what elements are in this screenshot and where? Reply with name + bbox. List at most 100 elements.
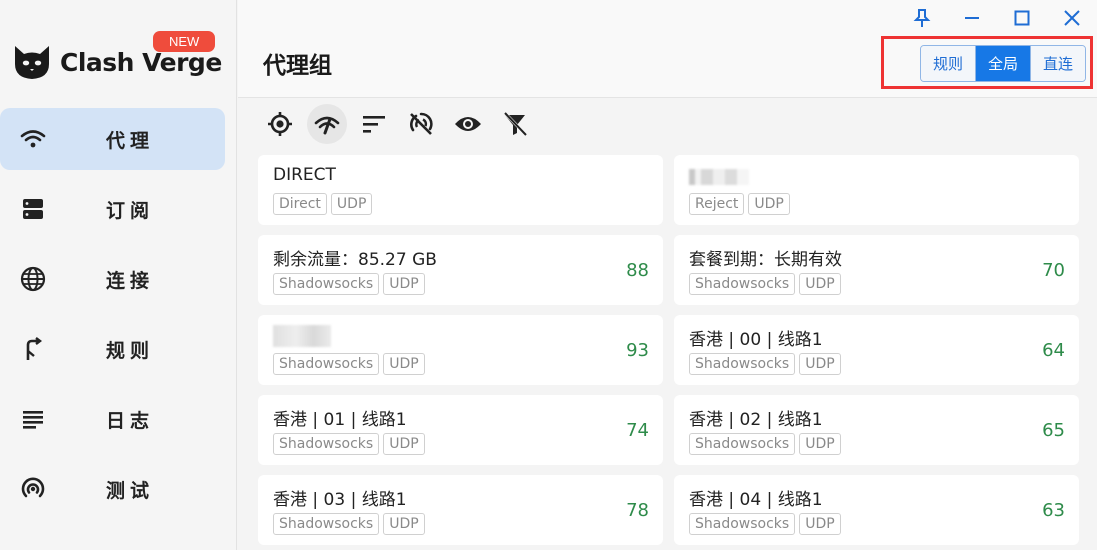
mode-direct-button[interactable]: 直连	[1031, 46, 1086, 81]
proxy-card[interactable]: 香港 | 02 | 线路1 Shadowsocks UDP 65	[674, 395, 1079, 465]
proxy-delay[interactable]: 93	[626, 340, 649, 361]
proxy-type-tag: Shadowsocks	[273, 433, 380, 455]
mode-global-button[interactable]: 全局	[976, 46, 1032, 81]
url-test-off-icon[interactable]	[401, 104, 441, 144]
proxy-type-tag: Shadowsocks	[273, 273, 380, 295]
proxy-tags: Reject UDP	[689, 193, 794, 215]
proxy-name: 香港 | 04 | 线路1	[689, 490, 823, 510]
signal-icon	[20, 476, 46, 502]
proxy-delay[interactable]: 70	[1042, 260, 1065, 281]
proxy-name: 剩余流量：85.27 GB	[273, 250, 437, 270]
proxy-tags: Shadowsocks UDP	[689, 353, 845, 375]
maximize-icon[interactable]	[997, 5, 1047, 31]
globe-icon	[20, 266, 46, 292]
window-controls	[897, 5, 1097, 31]
minimize-icon[interactable]	[947, 5, 997, 31]
sidebar-item-subscriptions[interactable]: 订阅	[0, 178, 225, 240]
sidebar-nav: 代理 订阅 连接 规则 日志 测试	[0, 108, 237, 528]
locate-icon[interactable]	[260, 104, 300, 144]
proxy-type-tag: Shadowsocks	[689, 273, 796, 295]
proxy-delay[interactable]: 74	[626, 420, 649, 441]
sidebar-item-label: 代理	[106, 129, 155, 152]
udp-tag: UDP	[799, 433, 841, 455]
proxy-delay[interactable]: 78	[626, 500, 649, 521]
proxy-delay[interactable]: 63	[1042, 500, 1065, 521]
speed-test-icon[interactable]	[307, 104, 347, 144]
proxy-type-tag: Reject	[689, 193, 745, 215]
udp-tag: UDP	[748, 193, 790, 215]
proxy-tags: Shadowsocks UDP	[689, 433, 845, 455]
blurred-proxy-name	[689, 169, 749, 185]
page-title: 代理组	[263, 53, 332, 79]
proxy-card[interactable]: 香港 | 00 | 线路1 Shadowsocks UDP 64	[674, 315, 1079, 385]
udp-tag: UDP	[383, 353, 425, 375]
proxy-card[interactable]: 香港 | 04 | 线路1 Shadowsocks UDP 63	[674, 475, 1079, 545]
proxy-tags: Shadowsocks UDP	[273, 513, 429, 535]
page-header: 代理组 规则 全局 直连	[238, 0, 1097, 98]
proxy-card[interactable]: Reject UDP	[674, 155, 1079, 225]
proxy-card[interactable]: 套餐到期：长期有效 Shadowsocks UDP 70	[674, 235, 1079, 305]
sidebar-item-label: 连接	[106, 269, 155, 292]
proxy-tags: Shadowsocks UDP	[273, 353, 429, 375]
sidebar-item-proxy[interactable]: 代理	[0, 108, 225, 170]
proxy-name: DIRECT	[273, 165, 336, 185]
udp-tag: UDP	[330, 193, 373, 215]
proxy-type-tag: Shadowsocks	[689, 513, 796, 535]
proxy-toolbar	[260, 104, 542, 144]
blurred-proxy-name	[273, 325, 331, 347]
pin-icon[interactable]	[897, 5, 947, 31]
udp-tag: UDP	[383, 513, 425, 535]
proxy-name: 香港 | 00 | 线路1	[689, 330, 823, 350]
proxy-tags: Shadowsocks UDP	[689, 273, 845, 295]
proxy-card[interactable]: Shadowsocks UDP 93	[258, 315, 663, 385]
wifi-icon	[20, 126, 46, 152]
sidebar-item-rules[interactable]: 规则	[0, 318, 225, 380]
fork-icon	[20, 336, 46, 362]
proxy-card[interactable]: 香港 | 03 | 线路1 Shadowsocks UDP 78	[258, 475, 663, 545]
proxy-name: 香港 | 02 | 线路1	[689, 410, 823, 430]
udp-tag: UDP	[383, 273, 425, 295]
proxy-type-tag: Direct	[273, 193, 327, 215]
mode-toggle-group: 规则 全局 直连	[920, 45, 1087, 82]
proxy-delay[interactable]: 64	[1042, 340, 1065, 361]
filter-off-icon[interactable]	[495, 104, 535, 144]
new-badge: NEW	[153, 31, 216, 52]
sidebar-item-label: 日志	[106, 409, 155, 432]
proxy-tags: Shadowsocks UDP	[273, 273, 429, 295]
list-icon	[20, 406, 46, 432]
proxy-name: 香港 | 01 | 线路1	[273, 410, 407, 430]
proxy-delay[interactable]: 65	[1042, 420, 1065, 441]
sidebar-item-logs[interactable]: 日志	[0, 388, 225, 450]
proxy-card[interactable]: 香港 | 01 | 线路1 Shadowsocks UDP 74	[258, 395, 663, 465]
udp-tag: UDP	[383, 433, 425, 455]
sidebar: Clash Verge NEW 代理 订阅 连接 规则 日志 测试	[0, 0, 237, 550]
cat-logo-icon	[15, 46, 49, 79]
proxy-tags: Shadowsocks UDP	[689, 513, 845, 535]
udp-tag: UDP	[799, 353, 841, 375]
proxy-type-tag: Shadowsocks	[273, 353, 380, 375]
close-icon[interactable]	[1047, 5, 1097, 31]
proxy-card[interactable]: 剩余流量：85.27 GB Shadowsocks UDP 88	[258, 235, 663, 305]
proxy-name: 香港 | 03 | 线路1	[273, 490, 407, 510]
proxy-tags: Direct UDP	[273, 193, 376, 215]
proxy-type-tag: Shadowsocks	[273, 513, 380, 535]
eye-icon[interactable]	[448, 104, 488, 144]
storage-icon	[20, 196, 46, 222]
sort-icon[interactable]	[354, 104, 394, 144]
proxy-delay[interactable]: 88	[626, 260, 649, 281]
proxy-tags: Shadowsocks UDP	[273, 433, 429, 455]
proxy-type-tag: Shadowsocks	[689, 353, 796, 375]
proxy-name: 套餐到期：长期有效	[689, 250, 842, 270]
sidebar-item-label: 规则	[106, 339, 155, 362]
sidebar-item-label: 订阅	[106, 199, 155, 222]
udp-tag: UDP	[799, 513, 841, 535]
sidebar-item-test[interactable]: 测试	[0, 458, 225, 520]
sidebar-item-label: 测试	[106, 479, 155, 502]
proxy-card[interactable]: DIRECT Direct UDP	[258, 155, 663, 225]
udp-tag: UDP	[799, 273, 841, 295]
proxy-type-tag: Shadowsocks	[689, 433, 796, 455]
main-content: 代理组 规则 全局 直连 DIRECT Direct UDP Reject UD…	[238, 0, 1097, 550]
mode-highlight-box: 规则 全局 直连	[881, 36, 1093, 89]
sidebar-item-connections[interactable]: 连接	[0, 248, 225, 310]
mode-rule-button[interactable]: 规则	[921, 46, 977, 81]
